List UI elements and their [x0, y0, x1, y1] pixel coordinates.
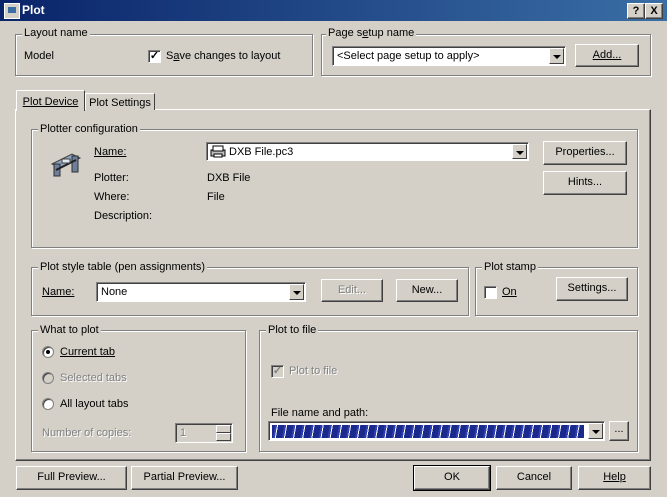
plot-to-file-checkbox-label: Plot to file — [289, 365, 338, 377]
selected-tabs-radio[interactable] — [42, 372, 54, 384]
plotter-name-label: Name: — [94, 146, 127, 158]
plotter-label: Plotter: — [94, 172, 129, 184]
tab-plot-device[interactable]: Plot Device — [16, 90, 85, 111]
title-bar: Plot ? X — [0, 0, 667, 21]
full-preview-button[interactable]: Full Preview... — [16, 466, 127, 490]
copies-label: Number of copies: — [42, 427, 132, 439]
selected-tabs-label: Selected tabs — [60, 372, 127, 384]
chevron-down-icon[interactable] — [588, 423, 603, 439]
stepper-down-icon[interactable] — [216, 433, 231, 441]
browse-file-button[interactable]: ... — [609, 421, 629, 441]
add-page-setup-button[interactable]: Add... — [575, 44, 639, 67]
current-tab-radio[interactable] — [42, 346, 54, 358]
plot-stamp-checkbox[interactable] — [484, 286, 497, 299]
plot-to-file-label: Plot to file — [266, 324, 319, 337]
chevron-down-icon[interactable] — [549, 48, 564, 64]
where-label: Where: — [94, 191, 130, 203]
partial-preview-button[interactable]: Partial Preview... — [131, 466, 238, 490]
ok-button[interactable]: OK — [413, 465, 491, 491]
plotter-config-label: Plotter configuration — [38, 123, 140, 136]
plot-style-label: Plot style table (pen assignments) — [38, 261, 208, 274]
plot-style-select[interactable]: None — [96, 282, 306, 302]
page-setup-label: Page setup name — [326, 27, 417, 40]
new-plot-style-button[interactable]: New... — [396, 279, 458, 302]
copies-stepper[interactable]: 1 — [175, 423, 233, 443]
chevron-down-icon[interactable] — [512, 144, 527, 159]
redacted-path — [272, 425, 584, 438]
plot-to-file-checkbox[interactable]: ✓ — [271, 365, 284, 378]
printer-icon — [210, 145, 226, 158]
hints-button[interactable]: Hints... — [543, 171, 627, 195]
save-changes-label[interactable]: Save changes to layout — [166, 49, 280, 63]
help-title-button[interactable]: ? — [627, 3, 645, 19]
close-title-button[interactable]: X — [645, 3, 663, 19]
edit-plot-style-button[interactable]: Edit... — [321, 279, 383, 302]
plotter-icon — [50, 153, 82, 177]
stepper-up-icon[interactable] — [216, 425, 231, 433]
plotter-value: DXB File — [207, 172, 251, 184]
plot-app-icon — [4, 3, 20, 19]
what-to-plot-label: What to plot — [38, 324, 101, 337]
layout-name-label: Layout name — [22, 27, 90, 40]
plot-stamp-on-label[interactable]: On — [502, 285, 517, 299]
window-title: Plot — [22, 3, 45, 17]
plot-style-name-label: Name: — [42, 286, 75, 298]
cancel-button[interactable]: Cancel — [496, 466, 572, 490]
save-changes-checkbox[interactable]: ✓ — [148, 50, 161, 63]
plot-stamp-settings-button[interactable]: Settings... — [556, 277, 628, 301]
properties-button[interactable]: Properties... — [543, 141, 627, 165]
plotter-name-select[interactable]: DXB File.pc3 — [206, 142, 529, 161]
all-layout-tabs-label[interactable]: All layout tabs — [60, 397, 128, 411]
page-setup-select[interactable]: <Select page setup to apply> — [332, 46, 566, 66]
plot-stamp-label: Plot stamp — [482, 261, 538, 274]
chevron-down-icon[interactable] — [289, 284, 304, 300]
layout-name-value: Model — [24, 50, 54, 62]
file-path-label: File name and path: — [271, 407, 369, 419]
description-label: Description: — [94, 210, 153, 222]
file-path-select[interactable] — [268, 421, 605, 441]
where-value: File — [207, 191, 225, 203]
tab-plot-settings[interactable]: Plot Settings — [85, 93, 155, 110]
help-button[interactable]: Help — [578, 466, 651, 490]
all-layout-tabs-radio[interactable] — [42, 398, 54, 410]
current-tab-label[interactable]: Current tab — [60, 345, 115, 359]
